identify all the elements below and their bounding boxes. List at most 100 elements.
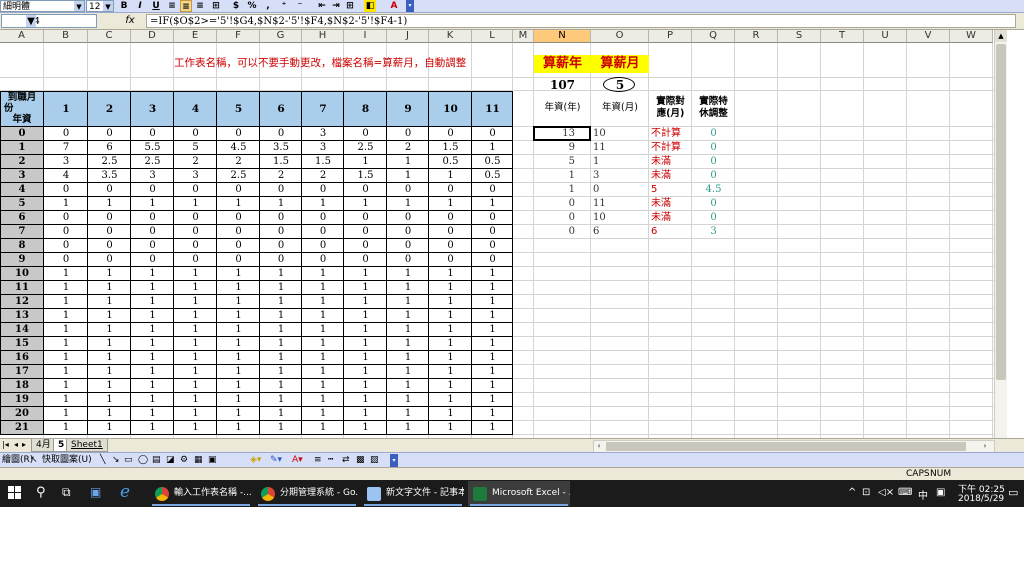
table-cell[interactable]: 1	[260, 337, 302, 351]
result-cell[interactable]: 0	[692, 211, 735, 225]
table-cell[interactable]: 1	[88, 365, 131, 379]
table-cell[interactable]: 1	[387, 365, 429, 379]
table-cell[interactable]: 1	[88, 309, 131, 323]
table-cell[interactable]: 1	[429, 267, 472, 281]
table-cell[interactable]: 1	[344, 337, 387, 351]
table-cell[interactable]: 1	[260, 281, 302, 295]
table-cell[interactable]: 0	[344, 183, 387, 197]
table-cell[interactable]: 1	[44, 267, 88, 281]
table-cell[interactable]: 1	[174, 323, 217, 337]
wordart-icon[interactable]: ◪	[166, 453, 175, 467]
result-cell[interactable]: 0	[692, 197, 735, 211]
table-cell[interactable]: 1	[260, 421, 302, 435]
result-cell[interactable]: 10	[591, 211, 649, 225]
table-cell[interactable]: 0	[88, 127, 131, 141]
table-cell[interactable]: 1	[472, 379, 513, 393]
result-cell[interactable]: 0	[692, 141, 735, 155]
notifications-icon[interactable]: ▭	[1008, 486, 1018, 499]
result-cell[interactable]: 1	[591, 155, 649, 169]
table-cell[interactable]: 1	[387, 407, 429, 421]
table-cell[interactable]: 0	[131, 225, 174, 239]
table-cell[interactable]: 6	[88, 141, 131, 155]
table-cell[interactable]: 2.5	[131, 155, 174, 169]
result-cell[interactable]: 未滿	[649, 169, 692, 183]
table-cell[interactable]: 0	[387, 225, 429, 239]
table-cell[interactable]: 1	[88, 337, 131, 351]
table-cell[interactable]: 1	[44, 281, 88, 295]
table-cell[interactable]: 1	[344, 197, 387, 211]
arrow-icon[interactable]: ↘	[112, 453, 120, 467]
table-cell[interactable]: 1	[217, 421, 260, 435]
toolbar-options-icon[interactable]: ▾	[390, 454, 398, 467]
table-cell[interactable]: 3	[131, 169, 174, 183]
table-cell[interactable]: 0	[302, 183, 344, 197]
table-cell[interactable]: 1	[344, 421, 387, 435]
table-cell[interactable]: 1.5	[429, 141, 472, 155]
column-header-v[interactable]: V	[907, 30, 950, 43]
table-cell[interactable]: 0	[387, 211, 429, 225]
result-cell[interactable]: 6	[591, 225, 649, 239]
currency-button[interactable]: $	[230, 0, 242, 12]
table-cell[interactable]: 1	[344, 407, 387, 421]
table-cell[interactable]: 0	[217, 225, 260, 239]
table-cell[interactable]: 1	[302, 407, 344, 421]
table-cell[interactable]: 1	[429, 169, 472, 183]
3d-icon[interactable]: ▨	[370, 453, 379, 467]
table-cell[interactable]: 5	[174, 141, 217, 155]
table-cell[interactable]: 1	[387, 169, 429, 183]
table-cell[interactable]: 1	[131, 393, 174, 407]
table-cell[interactable]: 1	[131, 309, 174, 323]
result-cell[interactable]: 未滿	[649, 197, 692, 211]
table-cell[interactable]: 1	[429, 365, 472, 379]
table-cell[interactable]: 1	[217, 407, 260, 421]
table-cell[interactable]: 1	[131, 365, 174, 379]
task-view-icon[interactable]: ⧉	[62, 485, 71, 500]
table-cell[interactable]: 1	[472, 267, 513, 281]
column-header-q[interactable]: Q	[692, 30, 735, 43]
table-cell[interactable]: 1	[217, 309, 260, 323]
table-cell[interactable]: 0	[472, 225, 513, 239]
table-cell[interactable]: 0	[44, 211, 88, 225]
table-cell[interactable]: 1	[88, 421, 131, 435]
table-cell[interactable]: 0	[260, 225, 302, 239]
table-cell[interactable]: 0	[302, 239, 344, 253]
table-cell[interactable]: 7	[44, 141, 88, 155]
table-cell[interactable]: 1	[174, 197, 217, 211]
table-cell[interactable]: 1	[387, 393, 429, 407]
fill-color-icon[interactable]: ◧	[364, 0, 376, 12]
column-header-c[interactable]: C	[88, 30, 131, 43]
diagram-icon[interactable]: ⚙	[180, 453, 188, 467]
column-header-t[interactable]: T	[821, 30, 864, 43]
table-cell[interactable]: 2	[260, 169, 302, 183]
tab-sheet1[interactable]: Sheet1	[66, 439, 108, 452]
result-cell[interactable]: 0	[692, 155, 735, 169]
increase-indent-icon[interactable]: ⇥	[330, 0, 342, 12]
result-cell[interactable]: 0	[534, 225, 591, 239]
table-cell[interactable]: 1	[472, 407, 513, 421]
table-cell[interactable]: 0	[217, 253, 260, 267]
ime-mode-icon[interactable]: ▣	[936, 487, 945, 498]
table-cell[interactable]: 1	[302, 197, 344, 211]
search-icon[interactable]: ⚲	[36, 485, 46, 500]
table-cell[interactable]: 0	[131, 239, 174, 253]
table-cell[interactable]: 0	[44, 183, 88, 197]
table-cell[interactable]: 1	[302, 281, 344, 295]
table-cell[interactable]: 1	[472, 393, 513, 407]
table-cell[interactable]: 1	[302, 393, 344, 407]
taskbar-item-chrome-2[interactable]: 分期管理系統 - Go...	[256, 481, 358, 506]
table-cell[interactable]: 0	[260, 253, 302, 267]
table-cell[interactable]: 1	[387, 155, 429, 169]
table-cell[interactable]: 1	[131, 337, 174, 351]
table-cell[interactable]: 0	[387, 239, 429, 253]
table-cell[interactable]: 2.5	[217, 169, 260, 183]
oval-icon[interactable]: ◯	[138, 453, 148, 467]
clock-date[interactable]: 2018/5/29	[958, 494, 1004, 504]
table-cell[interactable]: 1	[131, 281, 174, 295]
table-cell[interactable]: 0	[344, 127, 387, 141]
table-cell[interactable]: 1	[260, 295, 302, 309]
table-cell[interactable]: 1	[260, 267, 302, 281]
table-cell[interactable]: 1	[131, 197, 174, 211]
edge-icon[interactable]: e	[120, 482, 130, 502]
volume-icon[interactable]: ◁×	[878, 487, 894, 498]
column-header-i[interactable]: I	[344, 30, 387, 43]
